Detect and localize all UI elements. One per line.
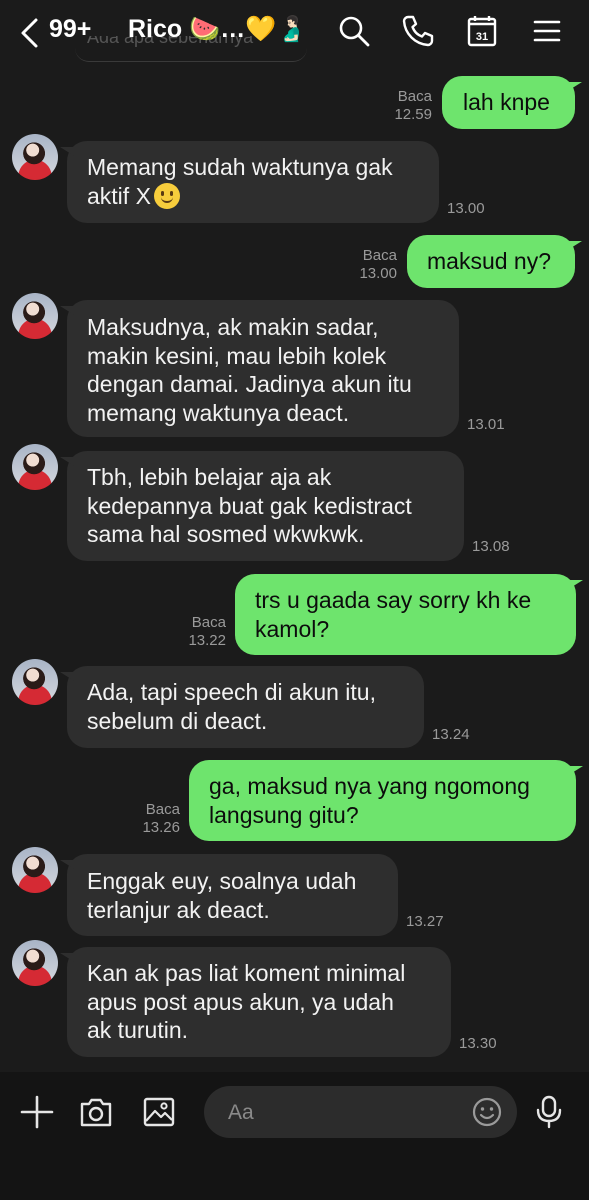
message-time: 13.00	[359, 265, 397, 282]
message-bubble-outgoing[interactable]: lah knpe	[442, 76, 582, 129]
message-time: 13.30	[459, 1035, 497, 1052]
message-input-container[interactable]	[204, 1086, 517, 1138]
back-chevron-icon[interactable]	[18, 16, 42, 50]
phone-call-icon[interactable]	[400, 13, 436, 49]
message-meta: Baca 12.59	[394, 88, 432, 124]
message-bubble-incoming[interactable]: Ada, tapi speech di akun itu, sebelum di…	[60, 666, 424, 748]
message-bubble-incoming[interactable]: Kan ak pas liat koment minimal apus post…	[60, 947, 451, 1057]
unread-count[interactable]: 99+	[49, 15, 91, 44]
message-meta: Baca 13.26	[142, 801, 180, 837]
contact-avatar[interactable]	[12, 847, 58, 893]
message-bubble-outgoing[interactable]: ga, maksud nya yang ngomong langsung git…	[189, 760, 583, 841]
contact-avatar[interactable]	[12, 940, 58, 986]
message-time: 13.22	[188, 632, 226, 649]
read-status: Baca	[397, 88, 432, 105]
search-icon[interactable]	[336, 13, 372, 49]
message-bubble-outgoing[interactable]: trs u gaada say sorry kh ke kamol?	[235, 574, 583, 655]
plus-icon[interactable]	[20, 1095, 54, 1129]
message-time: 13.00	[447, 200, 485, 217]
message-time: 13.26	[142, 819, 180, 836]
message-time: 12.59	[394, 106, 432, 123]
message-input[interactable]	[226, 1098, 470, 1128]
message-time: 13.08	[472, 538, 510, 555]
message-bubble-incoming[interactable]: Enggak euy, soalnya udah terlanjur ak de…	[60, 854, 398, 936]
menu-icon[interactable]	[529, 13, 565, 49]
camera-icon[interactable]	[79, 1095, 113, 1129]
contact-avatar[interactable]	[12, 659, 58, 705]
contact-name[interactable]: Rico 🍉…💛🫃🏻	[128, 15, 308, 44]
read-status: Baca	[191, 614, 226, 631]
message-meta: Baca 13.00	[359, 247, 397, 283]
message-time: 13.01	[467, 416, 505, 433]
message-bubble-incoming[interactable]: Maksudnya, ak makin sadar, makin kesini,…	[60, 300, 459, 437]
message-time: 13.27	[406, 913, 444, 930]
calendar-day-number: 31	[476, 31, 488, 43]
chat-header: Ada apa sebenarnya 99+ Rico 🍉…💛🫃🏻 31	[0, 0, 589, 66]
message-text: Memang sudah waktunya gak aktif X	[87, 154, 393, 209]
contact-avatar[interactable]	[12, 444, 58, 490]
message-time: 13.24	[432, 726, 470, 743]
read-status: Baca	[145, 801, 180, 818]
read-status: Baca	[362, 247, 397, 264]
slightly-smiling-face-icon	[153, 182, 180, 209]
emoji-icon[interactable]	[471, 1096, 503, 1128]
message-bubble-incoming[interactable]: Tbh, lebih belajar aja ak kedepannya bua…	[60, 451, 464, 561]
contact-avatar[interactable]	[12, 293, 58, 339]
message-meta: Baca 13.22	[188, 614, 226, 650]
contact-avatar[interactable]	[12, 134, 58, 180]
message-bubble-outgoing[interactable]: maksud ny?	[407, 235, 582, 288]
message-bubble-incoming[interactable]: Memang sudah waktunya gak aktif X	[60, 141, 439, 223]
calendar-icon[interactable]: 31	[464, 13, 500, 49]
image-icon[interactable]	[142, 1095, 176, 1129]
microphone-icon[interactable]	[532, 1095, 566, 1129]
